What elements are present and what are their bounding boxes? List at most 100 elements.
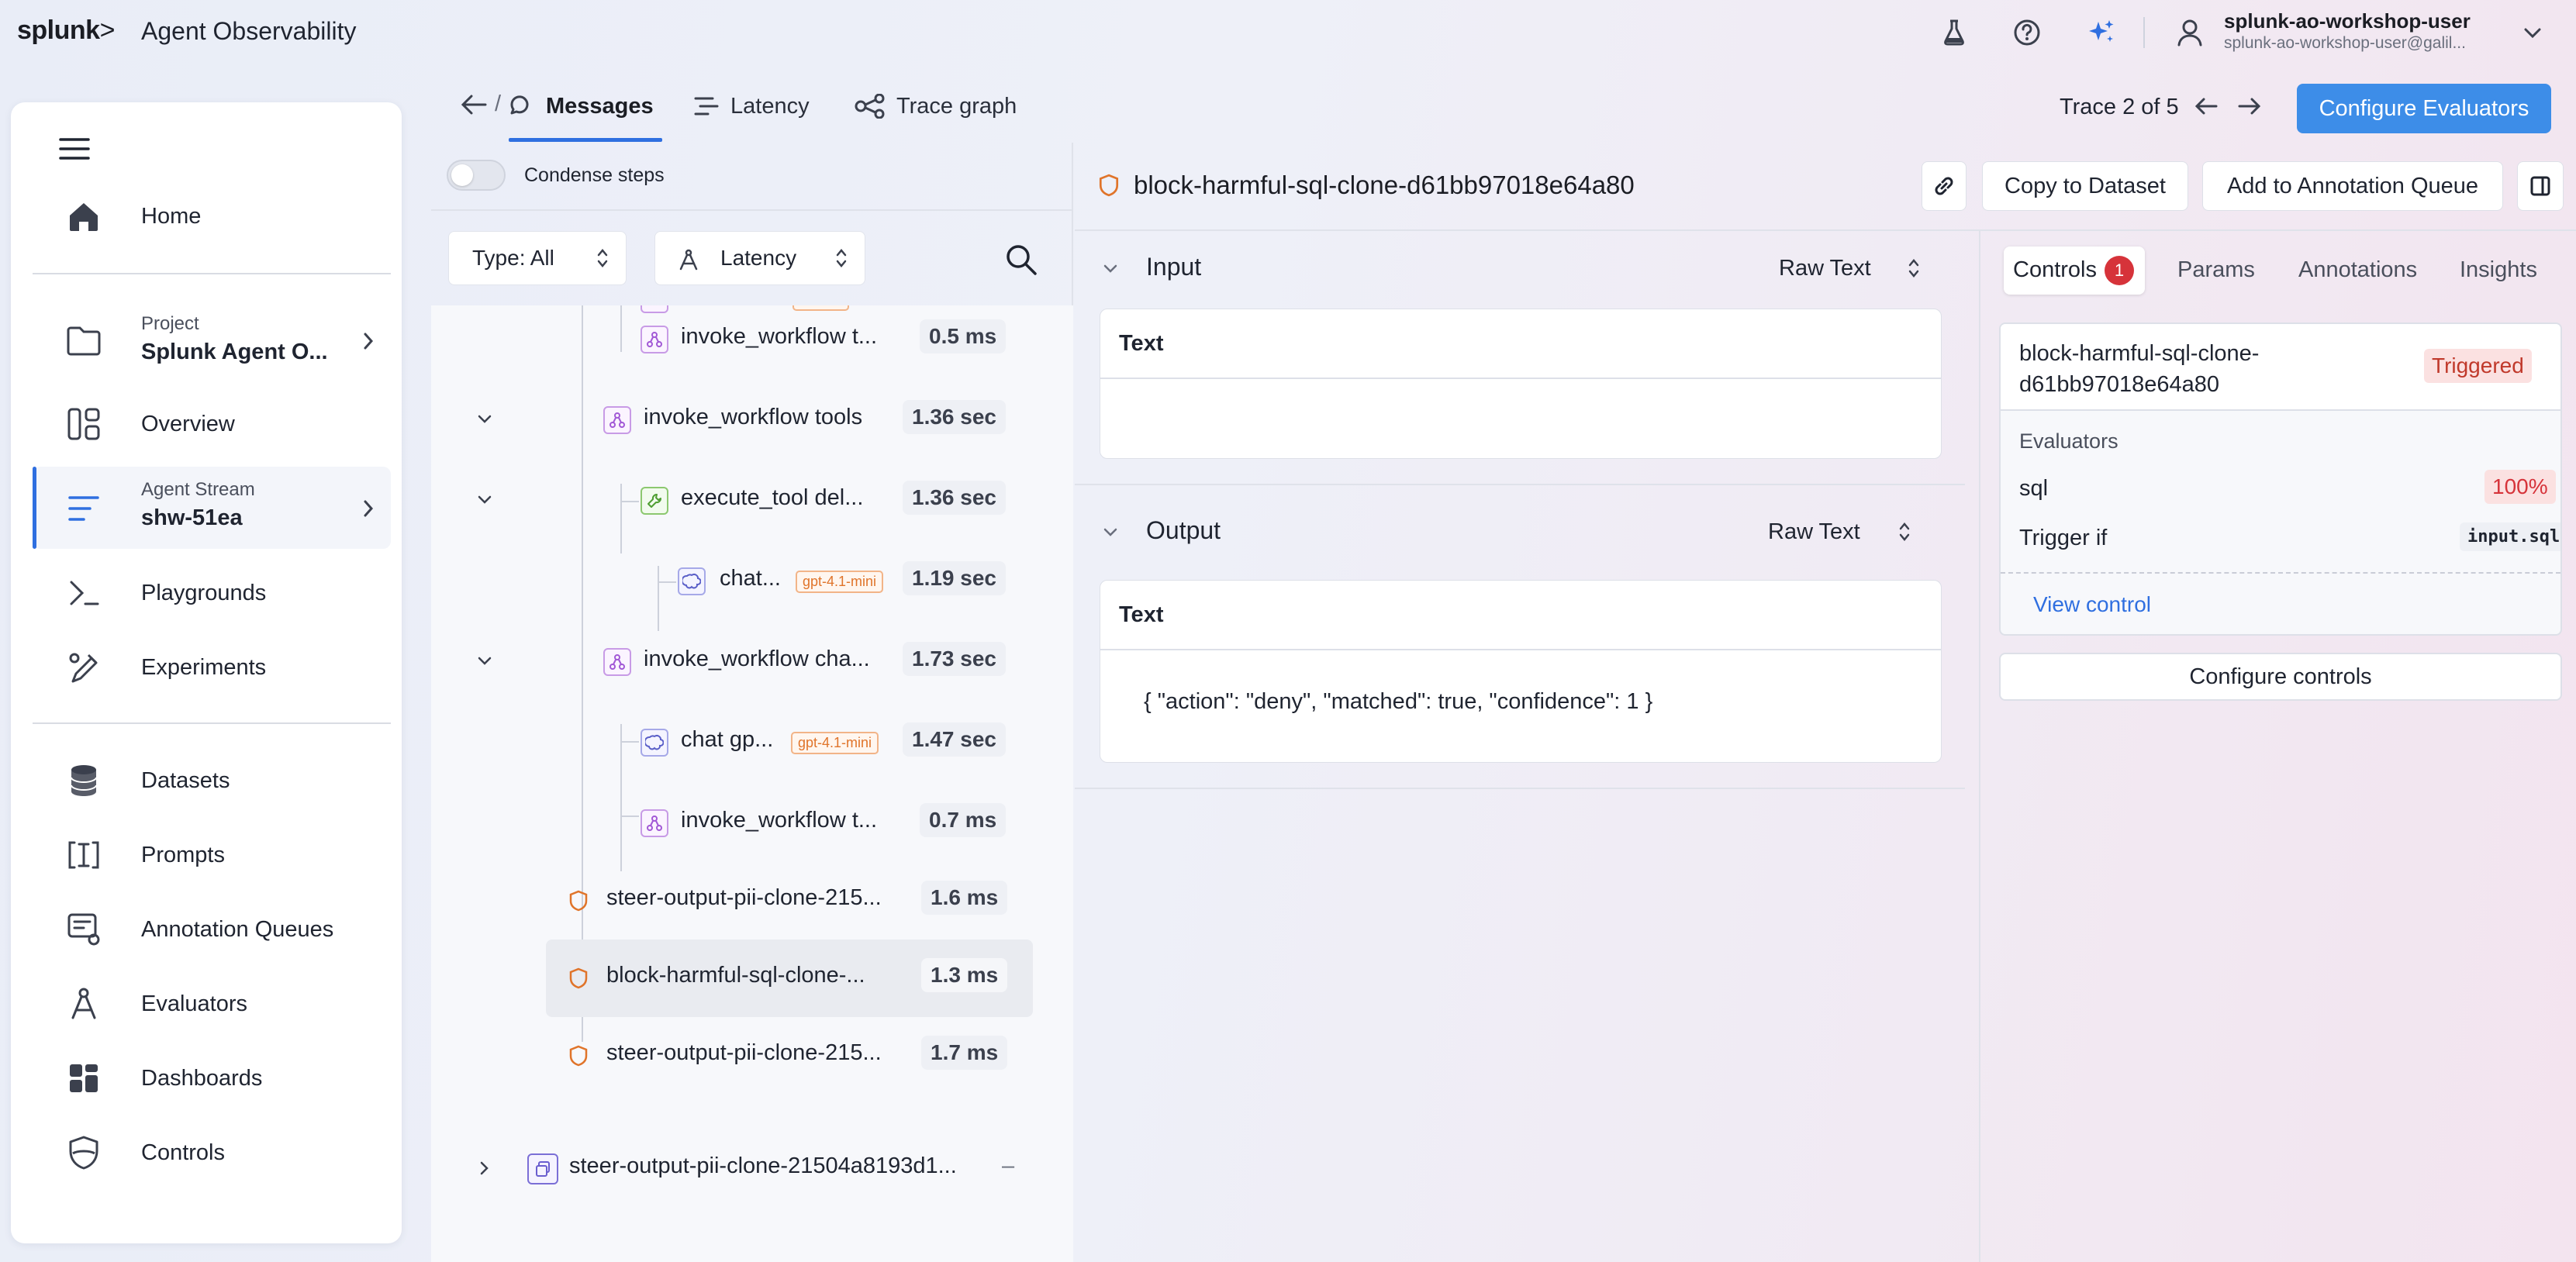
sidebar-item-playgrounds[interactable]: Playgrounds (33, 561, 391, 625)
trigger-label: Trigger if (2019, 526, 2108, 550)
sidebar-item-dashboards[interactable]: Dashboards (33, 1046, 391, 1110)
evaluators-label: Evaluators (2019, 429, 2118, 453)
model-tag: gpt-4.1-mini (796, 571, 884, 593)
output-section-header[interactable]: Output Raw Text (1075, 495, 1965, 571)
shield-icon (64, 1133, 104, 1173)
tab-trace-graph[interactable]: Trace graph (855, 87, 1017, 126)
sidebar-item-project[interactable]: Project Splunk Agent O... (33, 305, 391, 375)
type-filter-select[interactable]: Type: All (448, 231, 627, 285)
top-divider (2143, 17, 2145, 48)
chevron-down-icon[interactable] (1103, 527, 1118, 538)
configure-controls-button[interactable]: Configure controls (1999, 653, 2562, 701)
sort-caret-icon (596, 247, 609, 269)
user-icon[interactable] (2173, 16, 2207, 50)
chevron-right-icon (363, 332, 374, 350)
sidebar-divider (33, 273, 391, 274)
chevron-down-icon[interactable] (473, 488, 496, 512)
sidebar-item-datasets[interactable]: Datasets (33, 749, 391, 812)
user-name[interactable]: splunk-ao-workshop-user (2224, 9, 2471, 33)
splunk-logo[interactable]: splunk> (17, 16, 115, 46)
sidebar-item-label: Controls (141, 1140, 225, 1165)
home-icon (64, 196, 104, 236)
tree-node[interactable]: invoke_workflow cha... 1.73 sec (431, 628, 1073, 696)
tree-node[interactable]: steer-output-pii-clone-215... 1.7 ms (431, 1022, 1073, 1090)
sidebar-item-annotation-queues[interactable]: Annotation Queues (33, 898, 391, 961)
sparkles-icon[interactable] (2084, 16, 2118, 50)
flask-pen-icon (64, 647, 104, 688)
chevron-right-icon[interactable] (473, 1157, 496, 1180)
search-icon[interactable] (1005, 243, 1038, 276)
condense-row: Condense steps (431, 143, 1073, 211)
tree-node-selected[interactable]: block-harmful-sql-clone-... 1.3 ms (431, 944, 1073, 1012)
configure-evaluators-button[interactable]: Configure Evaluators (2297, 84, 2551, 133)
sidebar-item-agent-stream[interactable]: Agent Stream shw-51ea (33, 467, 391, 549)
copy-link-button[interactable] (1922, 161, 1967, 211)
tree-node[interactable]: chat gp... gpt-4.1-mini 1.47 sec (431, 709, 1073, 777)
evaluator-icon (679, 249, 699, 271)
control-card: block-harmful-sql-clone-d61bb97018e64a80… (1999, 322, 2562, 636)
tab-annotations[interactable]: Annotations (2298, 257, 2417, 283)
chevron-down-icon[interactable] (473, 650, 496, 673)
condense-steps-label: Condense steps (524, 164, 665, 186)
llm-brain-icon (678, 567, 706, 595)
latency-sort-select[interactable]: Latency (654, 231, 865, 285)
sidebar-item-label: Dashboards (141, 1065, 263, 1091)
tab-insights[interactable]: Insights (2460, 257, 2537, 283)
sidebar-item-evaluators[interactable]: Evaluators (33, 972, 391, 1036)
condense-steps-toggle[interactable] (447, 160, 506, 191)
trace-graph-icon (855, 94, 886, 119)
sidebar-item-label: Experiments (141, 654, 267, 680)
tree-node[interactable]: invoke_workflow t... 0.5 ms (431, 305, 1073, 374)
tree-node[interactable]: execute_tool del... 1.36 sec (431, 467, 1073, 535)
output-card: Text { "action": "deny", "matched": true… (1100, 580, 1942, 763)
chevron-down-icon[interactable] (2516, 16, 2550, 50)
evaluator-score: 100% (2484, 470, 2556, 504)
toggle-panel-button[interactable] (2517, 161, 2564, 211)
app-title: Agent Observability (141, 17, 357, 45)
sidebar-item-controls[interactable]: Controls (33, 1121, 391, 1184)
output-format-select[interactable]: Raw Text (1768, 519, 1860, 545)
sort-caret-icon[interactable] (1898, 521, 1911, 543)
agent-stream-name: shw-51ea (141, 505, 243, 530)
tree-node[interactable]: chat... gpt-4.1-mini 1.19 sec (431, 547, 1073, 615)
sidebar-item-label: Datasets (141, 767, 230, 793)
prev-trace-arrow-icon[interactable] (2194, 96, 2218, 116)
sidebar-item-prompts[interactable]: Prompts (33, 823, 391, 887)
back-arrow-icon[interactable] (461, 93, 487, 116)
tree-node[interactable]: steer-output-pii-clone-21504a8193d1... – (431, 1135, 1073, 1203)
tree-node[interactable]: invoke_workflow t... 0.7 ms (431, 789, 1073, 857)
status-badge: Triggered (2424, 349, 2532, 383)
chevron-down-icon[interactable] (473, 408, 496, 431)
flask-icon[interactable] (1937, 16, 1971, 50)
help-circle-icon[interactable] (2010, 16, 2044, 50)
chevron-down-icon[interactable] (1103, 264, 1118, 274)
latency-icon (693, 95, 720, 117)
model-tag: gpt-4.1-mini (791, 732, 879, 754)
sidebar-item-label: Evaluators (141, 991, 248, 1016)
trace-position: Trace 2 of 5 (2060, 95, 2179, 119)
tree-node[interactable]: steer-output-pii-clone-215... 1.6 ms (431, 867, 1073, 935)
add-to-annotation-queue-button[interactable]: Add to Annotation Queue (2202, 161, 2503, 211)
output-text: { "action": "deny", "matched": true, "co… (1144, 689, 1653, 714)
control-shield-icon (1098, 174, 1120, 197)
sidebar-item-experiments[interactable]: Experiments (33, 636, 391, 699)
tree-node[interactable]: invoke_workflow tools 1.36 sec (431, 386, 1073, 454)
tab-messages[interactable]: Messages (509, 87, 654, 126)
input-section-header[interactable]: Input Raw Text (1075, 231, 1965, 307)
sidebar-item-overview[interactable]: Overview (33, 392, 391, 456)
view-control-link[interactable]: View control (2033, 592, 2151, 617)
next-trace-arrow-icon[interactable] (2238, 96, 2261, 116)
tab-latency[interactable]: Latency (693, 87, 810, 126)
copy-to-dataset-button[interactable]: Copy to Dataset (1982, 161, 2188, 211)
sort-caret-icon[interactable] (1908, 257, 1920, 279)
span-title: block-harmful-sql-clone-d61bb97018e64a80 (1134, 171, 1635, 199)
sidebar-item-home[interactable]: Home (33, 184, 391, 248)
section-divider (1075, 788, 1965, 789)
control-shield-icon (565, 964, 592, 992)
tab-params[interactable]: Params (2177, 257, 2255, 283)
menu-icon[interactable] (59, 136, 90, 161)
sidebar: Home Project Splunk Agent O... Overview … (11, 102, 402, 1243)
trace-tree-panel: Condense steps Type: All Latency invoke_… (431, 143, 1073, 1262)
input-card-header: Text (1100, 309, 1941, 379)
input-format-select[interactable]: Raw Text (1779, 256, 1871, 281)
